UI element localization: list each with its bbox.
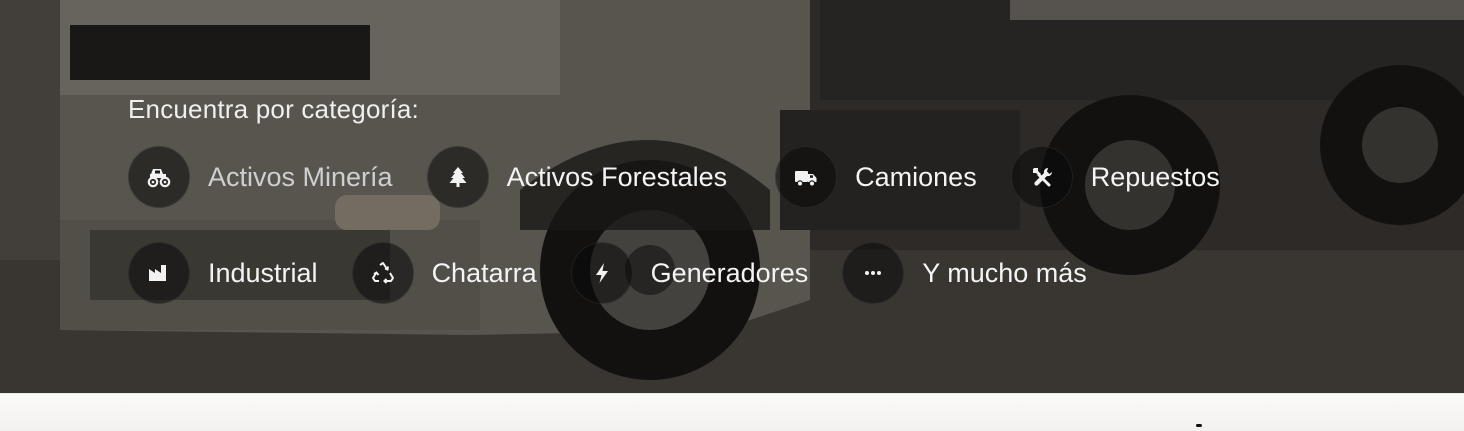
- truck-icon: [775, 146, 838, 208]
- content-strip: [0, 393, 1464, 431]
- tools-icon: [1010, 146, 1073, 208]
- tree-icon: [426, 146, 489, 208]
- monster-truck-icon: [128, 146, 190, 208]
- category-label: Industrial: [208, 258, 318, 288]
- decorative-mark: [1196, 424, 1202, 427]
- recycle-icon: [351, 242, 414, 304]
- category-y-mucho-mas[interactable]: Y mucho más: [842, 242, 1087, 304]
- category-industrial[interactable]: Industrial: [128, 242, 318, 304]
- category-label: Y mucho más: [922, 258, 1087, 288]
- category-row-2: Industrial Chatarra Generadores Y mucho …: [128, 242, 1087, 304]
- category-row-1: Activos Minería Activos Forestales Camio…: [128, 146, 1220, 208]
- category-heading: Encuentra por categoría:: [128, 94, 419, 124]
- lightning-bolt-icon: [570, 242, 633, 304]
- category-label: Activos Forestales: [506, 162, 728, 192]
- category-label: Generadores: [650, 258, 809, 288]
- category-chatarra[interactable]: Chatarra: [351, 242, 537, 304]
- category-label: Chatarra: [431, 258, 537, 288]
- category-label: Camiones: [855, 162, 977, 192]
- category-label: Repuestos: [1090, 162, 1220, 192]
- category-camiones[interactable]: Camiones: [775, 146, 977, 208]
- category-repuestos[interactable]: Repuestos: [1010, 146, 1220, 208]
- hero-section: Encuentra por categoría: Activos Minería: [0, 0, 1464, 393]
- factory-icon: [128, 242, 190, 304]
- category-activos-mineria[interactable]: Activos Minería: [128, 146, 393, 208]
- ellipsis-icon: [842, 242, 905, 304]
- category-label: Activos Minería: [208, 162, 393, 192]
- category-generadores[interactable]: Generadores: [570, 242, 809, 304]
- category-activos-forestales[interactable]: Activos Forestales: [426, 146, 728, 208]
